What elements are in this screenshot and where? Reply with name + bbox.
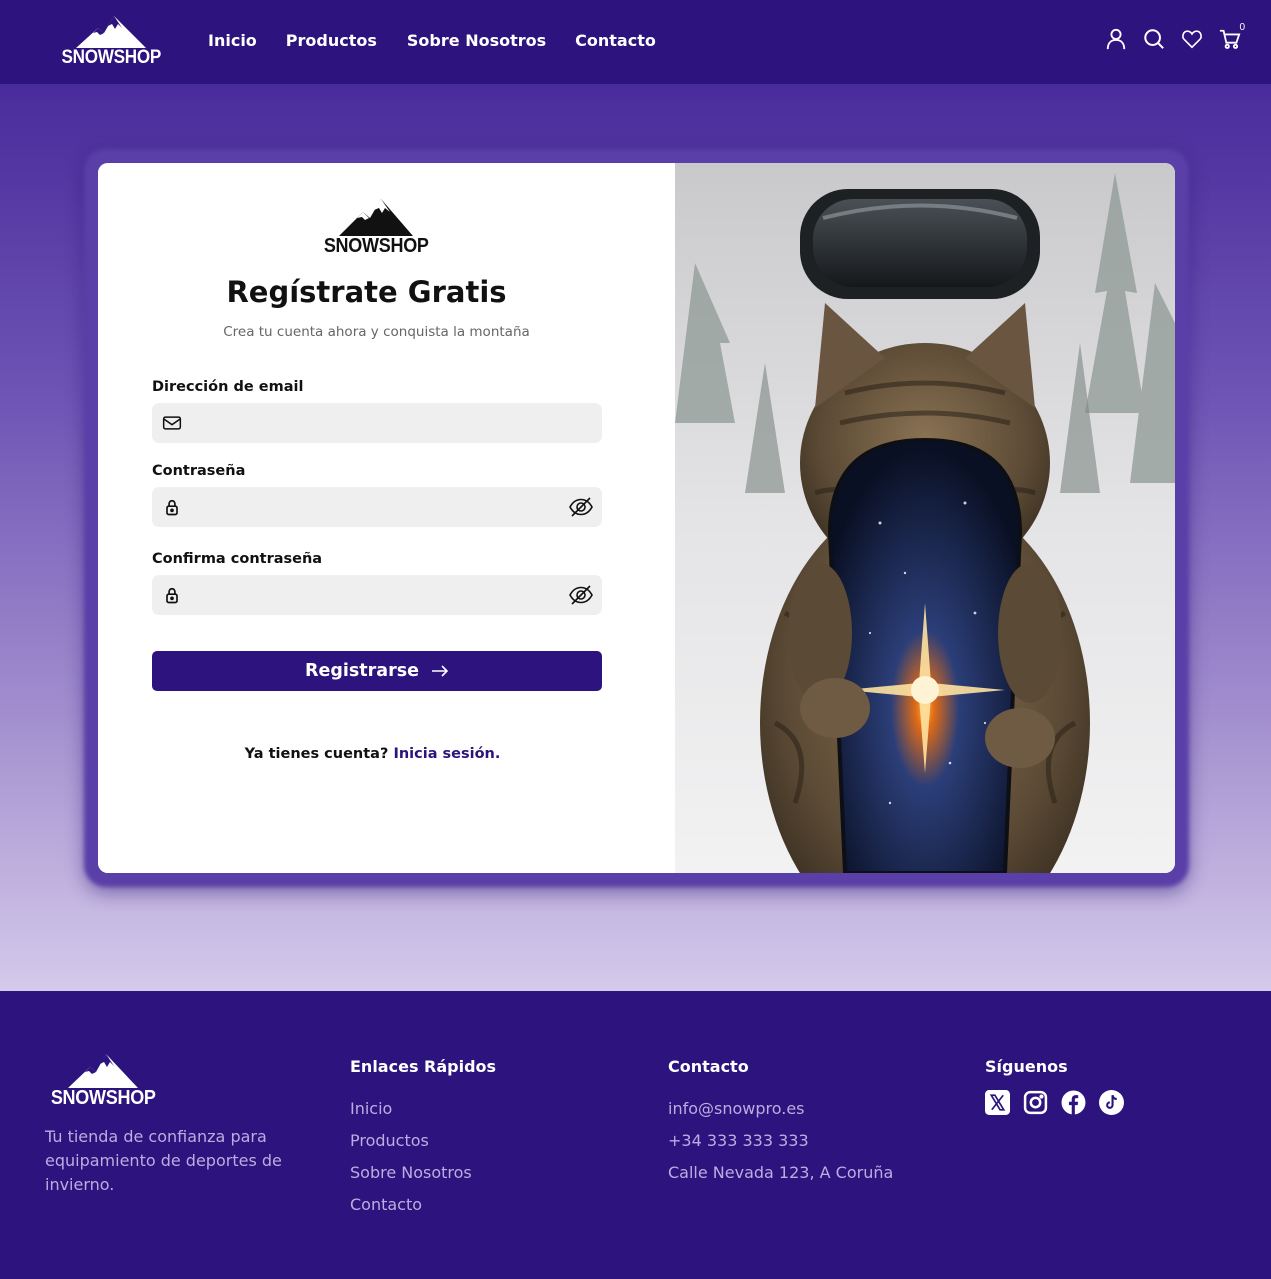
social-links — [985, 1090, 1124, 1115]
eye-off-icon[interactable] — [569, 583, 593, 607]
brand-wordmark: SNOWSHOP — [61, 47, 162, 68]
hero-image — [675, 163, 1175, 873]
nav-productos[interactable]: Productos — [286, 31, 377, 50]
footer-contact: Contacto info@snowpro.es +34 333 333 333… — [668, 1057, 893, 1189]
register-form: SNOWSHOP Regístrate Gratis Crea tu cuent… — [98, 163, 675, 873]
tiktok-icon[interactable] — [1099, 1090, 1124, 1115]
email-input[interactable] — [192, 403, 562, 443]
main-nav: Inicio Productos Sobre Nosotros Contacto — [208, 31, 685, 50]
password-field[interactable] — [152, 487, 602, 527]
facebook-icon[interactable] — [1061, 1090, 1086, 1115]
main-content: SNOWSHOP Regístrate Gratis Crea tu cuent… — [0, 84, 1271, 991]
cat-snowboard-photo — [675, 163, 1175, 873]
login-prompt: Ya tienes cuenta? Inicia sesión. — [98, 746, 647, 762]
contact-title: Contacto — [668, 1057, 749, 1076]
mountain-logo-icon — [339, 199, 414, 236]
mail-icon — [162, 416, 182, 430]
social-title: Síguenos — [985, 1057, 1068, 1076]
confirm-password-input[interactable] — [192, 575, 562, 615]
footer-tagline: Tu tienda de confianza para equipamiento… — [45, 1127, 282, 1194]
form-title: Regístrate Gratis — [226, 275, 507, 309]
login-link[interactable]: Inicia sesión. — [393, 746, 500, 762]
footer-link-sobre-nosotros[interactable]: Sobre Nosotros — [350, 1157, 496, 1189]
x-icon[interactable] — [985, 1090, 1010, 1115]
brand-wordmark: SNOWSHOP — [323, 235, 429, 257]
search-icon[interactable] — [1143, 28, 1165, 50]
header-logo[interactable]: SNOWSHOP — [56, 15, 167, 67]
register-button-label: Registrarse — [304, 661, 419, 681]
nav-contacto[interactable]: Contacto — [575, 31, 656, 50]
mountain-logo-icon — [68, 1054, 139, 1088]
register-button[interactable]: Registrarse — [152, 651, 602, 691]
nav-sobre-nosotros[interactable]: Sobre Nosotros — [407, 31, 546, 50]
confirm-password-field[interactable] — [152, 575, 602, 615]
eye-off-icon[interactable] — [569, 495, 593, 519]
lock-icon — [166, 499, 178, 516]
footer-quick-links: Enlaces Rápidos Inicio Productos Sobre N… — [350, 1057, 496, 1221]
confirm-password-label: Confirma contraseña — [152, 551, 323, 567]
brand-wordmark: SNOWSHOP — [50, 1087, 156, 1109]
nav-inicio[interactable]: Inicio — [208, 31, 257, 50]
email-field[interactable] — [152, 403, 602, 443]
cart-icon — [1219, 29, 1241, 49]
contact-address: Calle Nevada 123, A Coruña — [668, 1163, 894, 1182]
password-label: Contraseña — [152, 463, 246, 479]
heart-icon[interactable] — [1181, 28, 1203, 50]
site-footer: SNOWSHOP Tu tienda de confianza para equ… — [0, 991, 1271, 1279]
form-subtitle: Crea tu cuenta ahora y conquista la mont… — [223, 324, 530, 340]
arrow-right-icon — [432, 665, 449, 677]
site-header: SNOWSHOP Inicio Productos Sobre Nosotros… — [0, 0, 1271, 84]
email-label: Dirección de email — [152, 379, 304, 395]
footer-link-contacto[interactable]: Contacto — [350, 1189, 496, 1221]
cart-button[interactable]: 0 — [1219, 22, 1245, 50]
contact-phone[interactable]: +34 333 333 333 — [668, 1125, 893, 1157]
footer-logo[interactable]: SNOWSHOP — [45, 1053, 162, 1108]
register-card: SNOWSHOP Regístrate Gratis Crea tu cuent… — [98, 163, 1175, 873]
lock-icon — [166, 587, 178, 604]
instagram-icon[interactable] — [1023, 1090, 1048, 1115]
contact-email[interactable]: info@snowpro.es — [668, 1093, 893, 1125]
header-actions: 0 — [1105, 22, 1245, 50]
footer-link-productos[interactable]: Productos — [350, 1125, 496, 1157]
password-input[interactable] — [192, 487, 562, 527]
footer-link-inicio[interactable]: Inicio — [350, 1093, 496, 1125]
login-prompt-text: Ya tienes cuenta? — [244, 746, 389, 762]
form-logo: SNOWSHOP — [318, 197, 435, 256]
mountain-logo-icon — [76, 16, 147, 48]
quick-links-title: Enlaces Rápidos — [350, 1057, 497, 1076]
footer-social: Síguenos — [985, 1057, 1124, 1115]
cart-count-badge: 0 — [1239, 22, 1245, 33]
user-icon[interactable] — [1105, 28, 1127, 50]
